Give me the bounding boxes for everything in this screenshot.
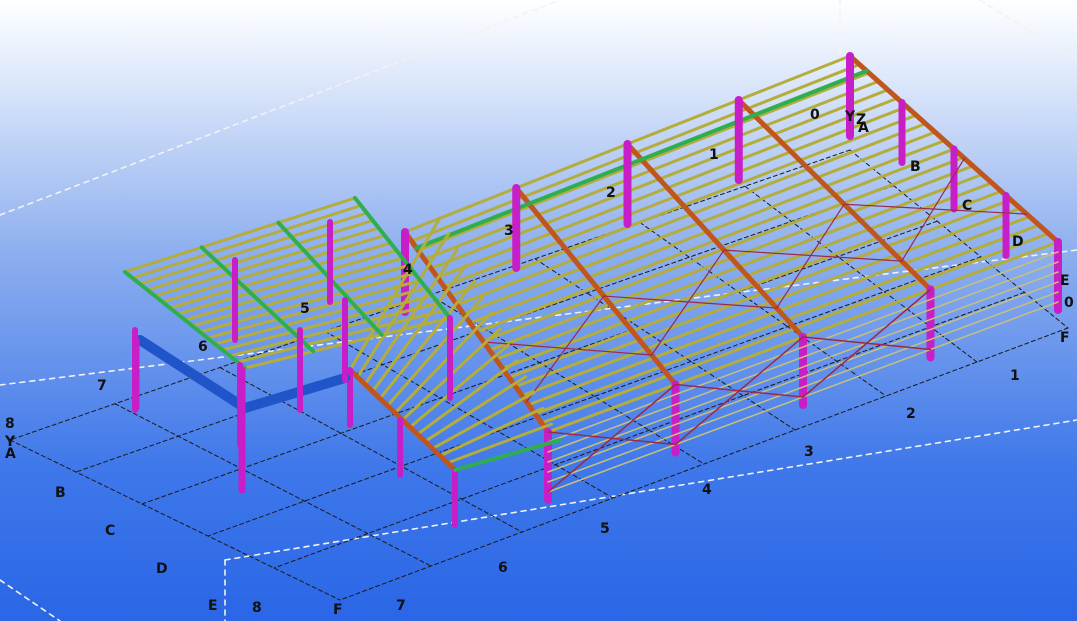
work-area-edge — [0, 579, 61, 621]
grid-label-number: 2 — [606, 185, 616, 201]
grid-line-number — [114, 403, 432, 567]
grid-label-number: 4 — [702, 482, 712, 498]
grid-label-letter: E — [1060, 273, 1070, 289]
grid-label-number: 8 — [5, 416, 15, 432]
axis-label-y: Y — [844, 109, 856, 125]
grid-label-number: 3 — [804, 444, 814, 460]
steel-frame-model[interactable]: 012345678012345678ABCDEFABCDE FY ZY — [0, 0, 1077, 621]
work-area-box — [0, 0, 1077, 621]
grid-label-letter: E — [208, 598, 218, 614]
leanto-purlin[interactable] — [416, 359, 519, 436]
grid-line-number — [9, 439, 341, 601]
axis-label-z: Z — [856, 112, 866, 128]
grid-label-number: 5 — [600, 521, 610, 537]
axis-label-y-left: Y — [4, 434, 16, 450]
grid-label-number: 8 — [252, 600, 262, 616]
grid-label-letter: B — [910, 159, 921, 175]
roof-bracing[interactable] — [776, 203, 845, 309]
grid-label-letter: D — [156, 561, 168, 577]
model-3d-viewport[interactable]: 012345678012345678ABCDEFABCDEFYZY — [0, 0, 1077, 621]
grid-label-number: 1 — [709, 147, 719, 163]
wall-bracing[interactable] — [802, 336, 932, 351]
wall-bracing[interactable] — [674, 383, 804, 398]
work-area-edge — [979, 0, 1077, 61]
grid-label-letter: F — [1060, 330, 1070, 346]
grid-label-number: 6 — [198, 339, 208, 355]
roof-bracing[interactable] — [525, 295, 605, 403]
mezz-purlin[interactable] — [153, 226, 381, 298]
wall-bracing[interactable] — [547, 431, 677, 446]
grid-label-number: 2 — [906, 406, 916, 422]
grid-label-letter: C — [105, 523, 115, 539]
grid-label-letter: D — [1012, 234, 1024, 250]
grid-label-number: 0 — [810, 107, 820, 123]
grid-label-number: 7 — [97, 378, 107, 394]
grid-label-number: 7 — [396, 598, 406, 614]
mezz-floor-beam[interactable] — [240, 373, 350, 413]
work-area-edge — [0, 0, 561, 216]
structural-members[interactable] — [123, 52, 1062, 528]
mezz-purlin[interactable] — [213, 286, 428, 346]
grid-label-number: 6 — [498, 560, 508, 576]
mezz-purlin[interactable] — [161, 234, 387, 304]
grid-label-letter: B — [55, 485, 66, 501]
grid-label-number: 3 — [504, 223, 514, 239]
grid-label-letter: C — [962, 198, 972, 214]
mezz-floor-beam[interactable] — [135, 335, 250, 413]
grid-label-letter: F — [333, 602, 343, 618]
grid-label-number: 4 — [403, 262, 413, 278]
roof-bracing[interactable] — [651, 249, 725, 356]
grid-label-number: 5 — [300, 301, 310, 317]
grid-label-number: 0 — [1064, 295, 1074, 311]
grid-label-number: 1 — [1010, 368, 1020, 384]
